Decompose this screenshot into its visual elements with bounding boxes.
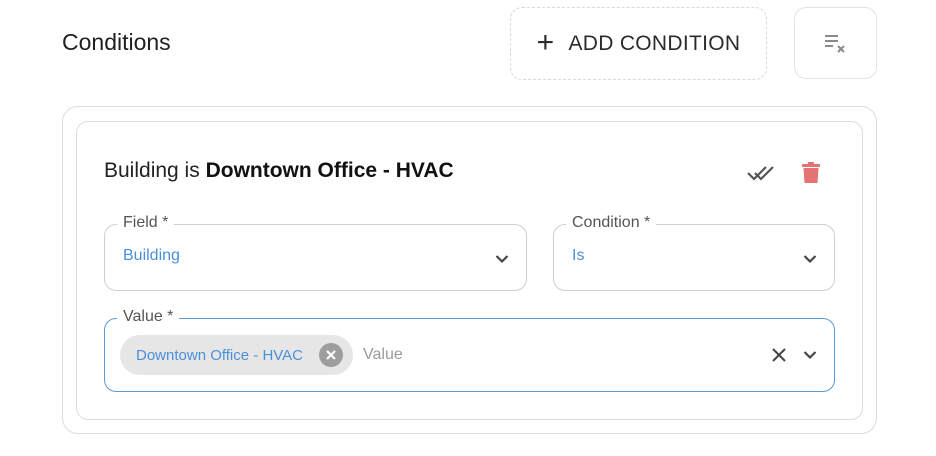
value-chip: Downtown Office - HVAC	[120, 335, 353, 375]
clear-conditions-button[interactable]	[794, 7, 877, 79]
clear-icon[interactable]	[771, 347, 787, 363]
chevron-down-icon[interactable]	[803, 350, 817, 360]
delete-condition-button[interactable]	[798, 158, 824, 188]
add-condition-label: ADD CONDITION	[568, 31, 741, 55]
chevron-down-icon[interactable]	[803, 254, 817, 264]
value-input[interactable]	[363, 343, 743, 367]
field-select-label: Field *	[117, 214, 175, 232]
chip-remove-icon[interactable]	[319, 343, 343, 367]
condition-summary: Building is Downtown Office - HVAC	[104, 159, 454, 183]
value-select-label: Value *	[117, 308, 180, 326]
condition-select-value: Is	[572, 247, 585, 264]
trash-icon	[802, 162, 820, 183]
add-condition-button[interactable]: + ADD CONDITION	[510, 7, 767, 80]
value-chip-label: Downtown Office - HVAC	[136, 346, 303, 364]
summary-value: Downtown Office - HVAC	[205, 159, 454, 182]
field-select-value: Building	[123, 247, 180, 264]
double-check-icon	[747, 166, 774, 181]
page-title: Conditions	[62, 29, 171, 55]
condition-select-label: Condition *	[566, 214, 657, 232]
value-select[interactable]: Value * Downtown Office - HVAC	[104, 308, 835, 392]
clear-all-icon	[824, 35, 845, 53]
chevron-down-icon[interactable]	[495, 254, 509, 264]
plus-icon: +	[536, 25, 555, 59]
summary-prefix: Building is	[104, 159, 200, 182]
condition-select[interactable]: Condition * Is	[553, 214, 835, 291]
apply-condition-button[interactable]	[744, 158, 778, 188]
field-select[interactable]: Field * Building	[104, 214, 527, 291]
